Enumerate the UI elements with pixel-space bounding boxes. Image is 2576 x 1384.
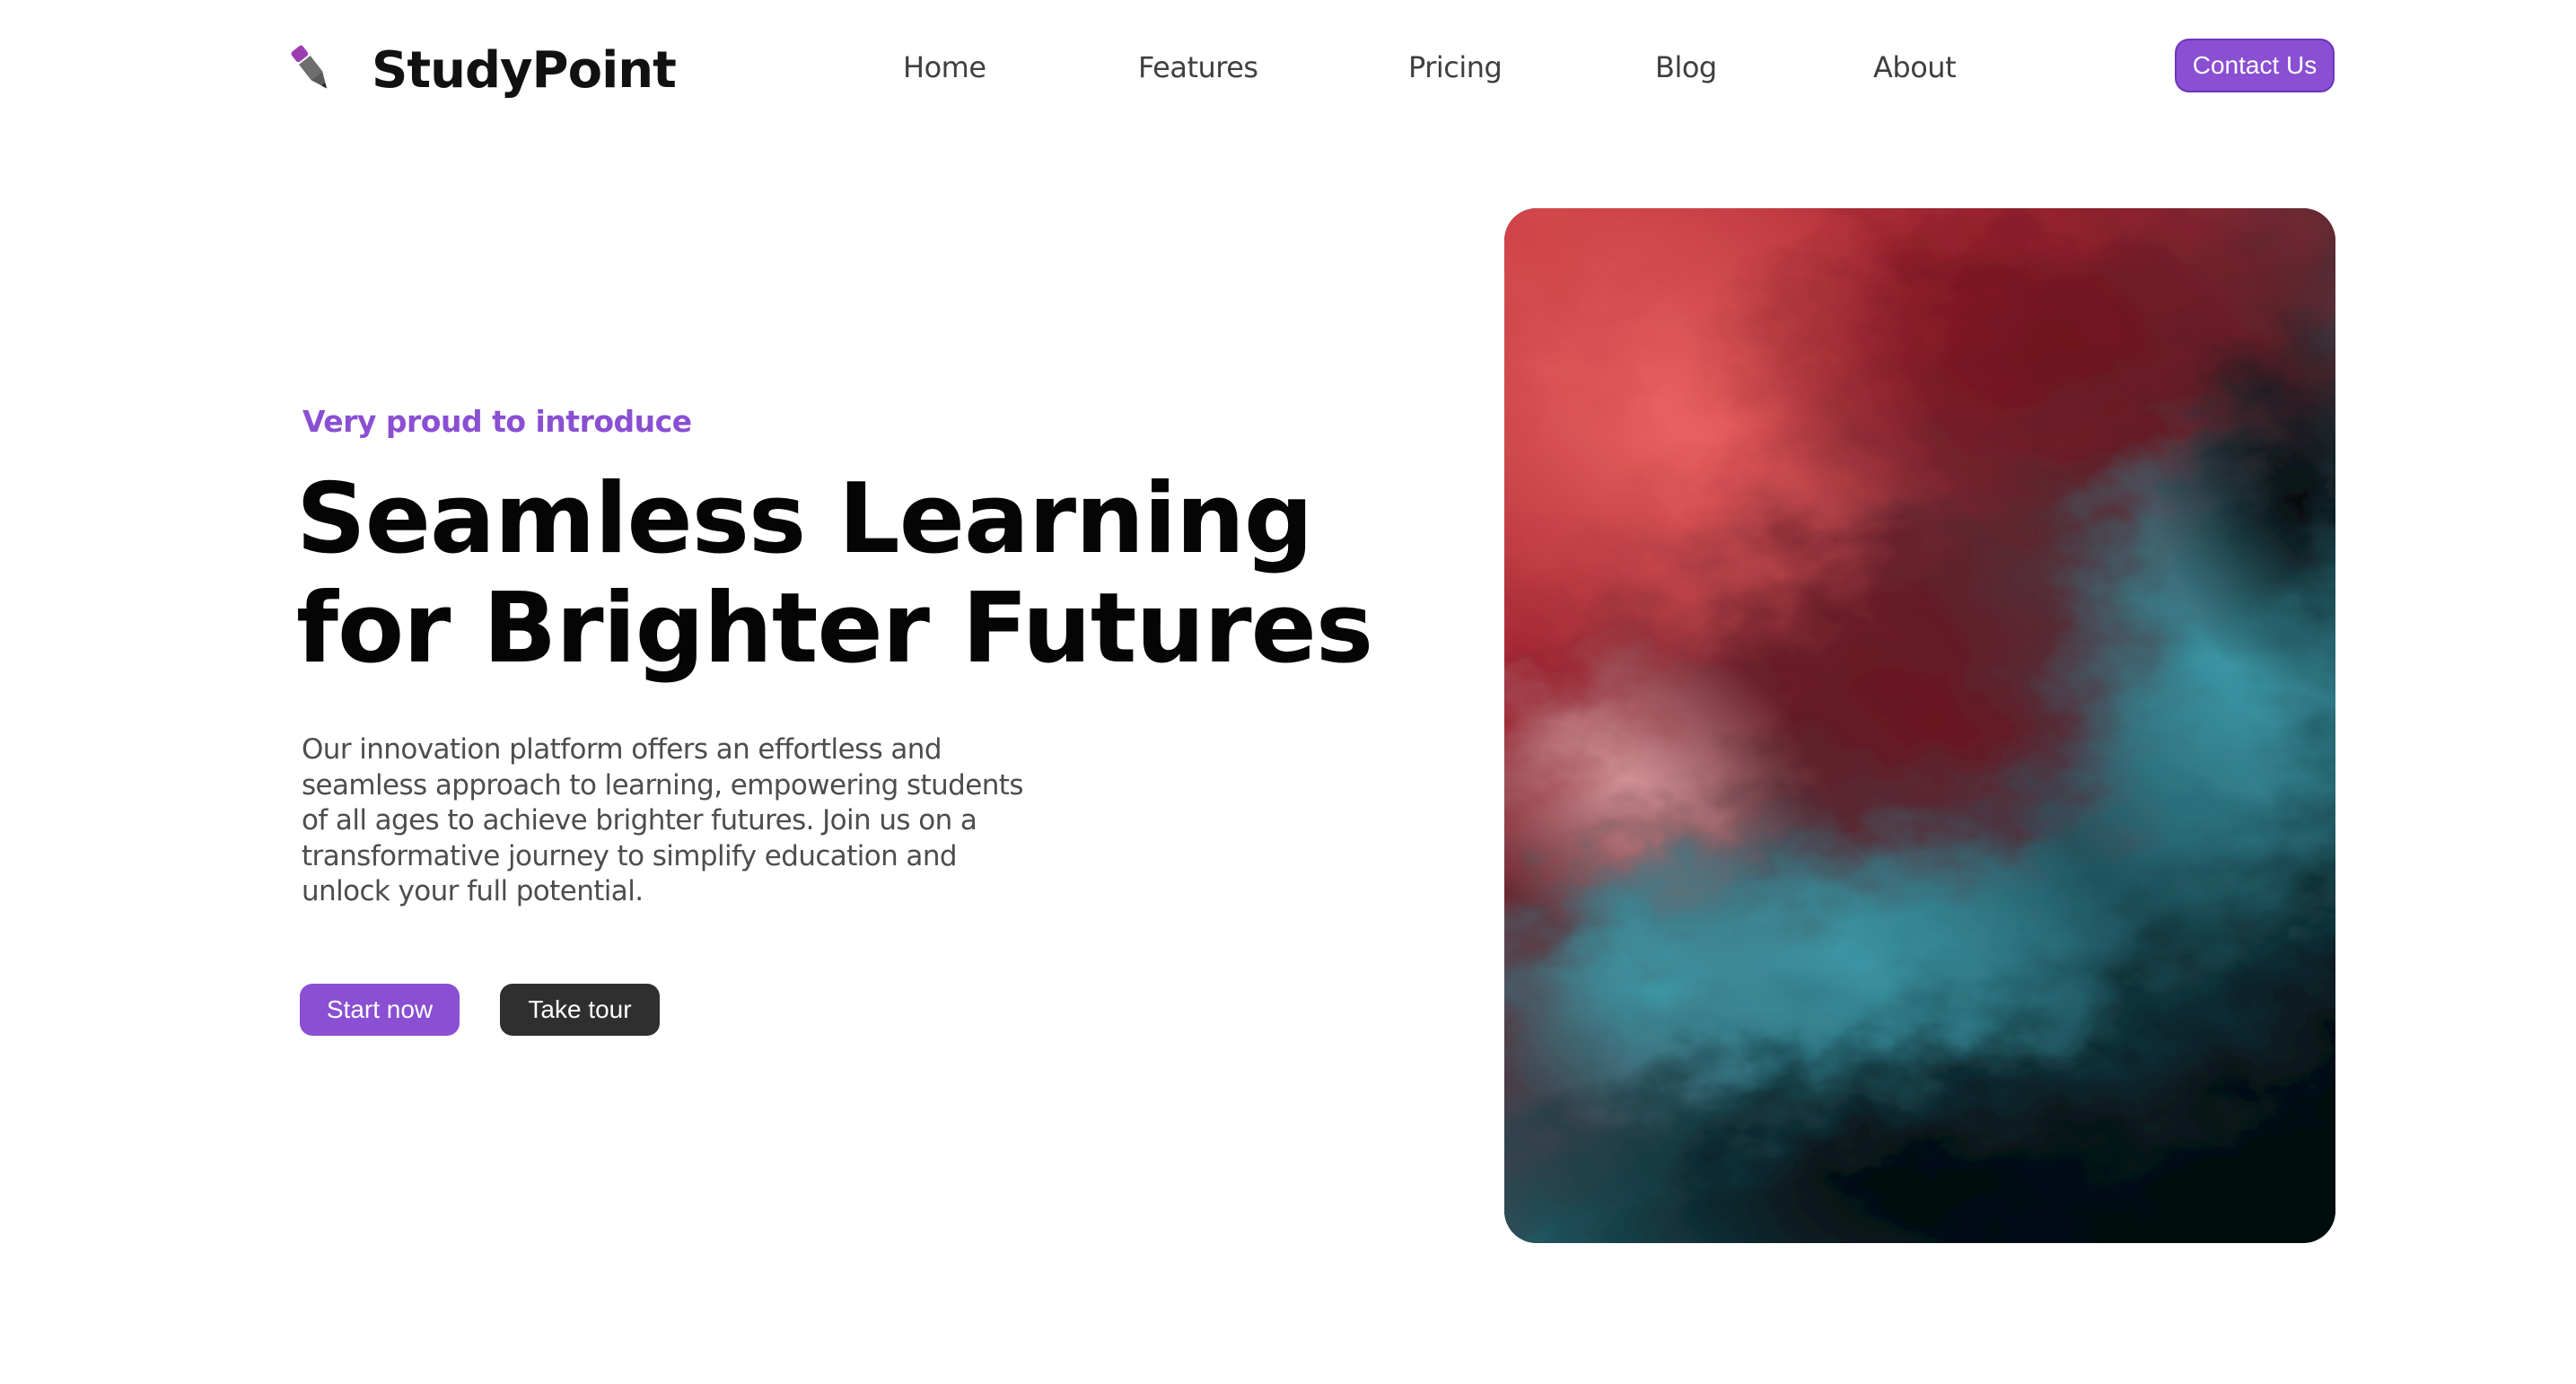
hero-headline: Seamless Learning for Brighter Futures: [296, 463, 1373, 685]
nav-item-home[interactable]: Home: [903, 50, 986, 84]
abstract-fluid-art-image: [1504, 208, 2335, 1243]
landing-page: StudyPoint Home Features Pricing Blog Ab…: [0, 0, 2576, 1384]
hero-image: [1504, 208, 2335, 1243]
brand-name: StudyPoint: [372, 40, 677, 100]
hero-headline-line-2: for Brighter Futures: [296, 573, 1373, 685]
hero-headline-line-1: Seamless Learning: [296, 463, 1313, 575]
hero-eyebrow: Very proud to introduce: [302, 404, 692, 439]
nav-item-about[interactable]: About: [1873, 50, 1957, 84]
contact-us-button[interactable]: Contact Us: [2175, 39, 2335, 92]
nav-item-pricing[interactable]: Pricing: [1408, 50, 1503, 84]
nav-item-features[interactable]: Features: [1138, 50, 1258, 84]
pencil-icon: [291, 45, 328, 89]
brand-logo[interactable]: StudyPoint: [284, 38, 677, 102]
take-tour-button[interactable]: Take tour: [500, 984, 660, 1036]
nav-item-blog[interactable]: Blog: [1655, 50, 1717, 84]
hero-description: Our innovation platform offers an effort…: [302, 733, 1023, 907]
start-now-button[interactable]: Start now: [300, 984, 460, 1036]
